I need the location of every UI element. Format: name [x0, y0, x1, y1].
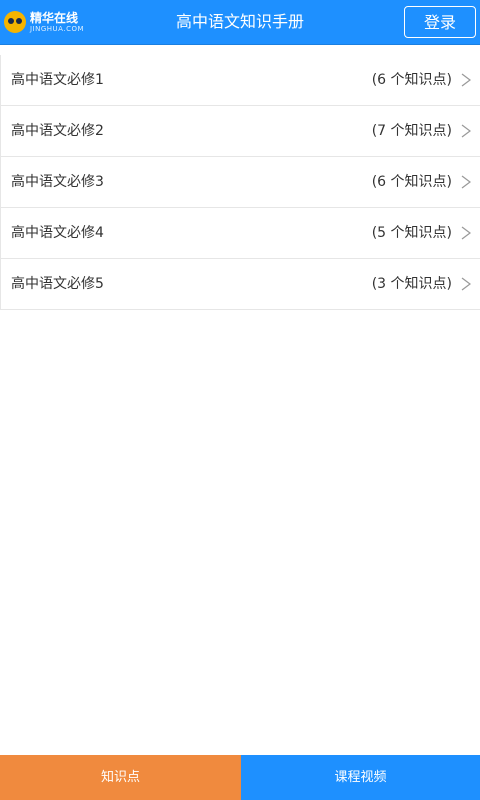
list-item[interactable]: 高中语文必修4 (5 个知识点) — [1, 208, 480, 259]
list-item-title: 高中语文必修1 — [11, 72, 104, 88]
list-item-title: 高中语文必修3 — [11, 174, 104, 190]
login-button[interactable]: 登录 — [404, 6, 476, 38]
list-item-title: 高中语文必修4 — [11, 225, 104, 241]
list-item-title: 高中语文必修5 — [11, 276, 104, 292]
list-item-count: (5 个知识点) — [371, 225, 452, 241]
logo-subtext: JINGHUA.COM — [30, 24, 85, 33]
list-item[interactable]: 高中语文必修1 (6 个知识点) — [1, 55, 480, 106]
chevron-right-icon — [461, 226, 471, 240]
list-item-count: (6 个知识点) — [371, 72, 452, 88]
chevron-right-icon — [461, 124, 471, 138]
chevron-right-icon — [461, 277, 471, 291]
top-bar: 精华在线 JINGHUA.COM 高中语文知识手册 登录 — [0, 0, 480, 45]
bottom-tab-bar: 知识点 课程视频 — [0, 755, 480, 800]
list-item-count: (3 个知识点) — [371, 276, 452, 292]
tab-knowledge-points[interactable]: 知识点 — [0, 755, 241, 800]
chapter-list: 高中语文必修1 (6 个知识点) 高中语文必修2 (7 个知识点) 高中语文必修… — [0, 55, 480, 310]
list-item-title: 高中语文必修2 — [11, 123, 104, 139]
list-item[interactable]: 高中语文必修3 (6 个知识点) — [1, 157, 480, 208]
logo: 精华在线 JINGHUA.COM — [4, 8, 84, 36]
list-item-count: (7 个知识点) — [371, 123, 452, 139]
list-item[interactable]: 高中语文必修2 (7 个知识点) — [1, 106, 480, 157]
jinghua-logo-icon — [4, 11, 26, 33]
chevron-right-icon — [461, 175, 471, 189]
list-item-count: (6 个知识点) — [371, 174, 452, 190]
list-item[interactable]: 高中语文必修5 (3 个知识点) — [1, 259, 480, 310]
logo-text-group: 精华在线 JINGHUA.COM — [30, 12, 84, 33]
logo-text: 精华在线 — [30, 10, 79, 25]
tab-course-videos[interactable]: 课程视频 — [241, 755, 480, 800]
chevron-right-icon — [461, 73, 471, 87]
